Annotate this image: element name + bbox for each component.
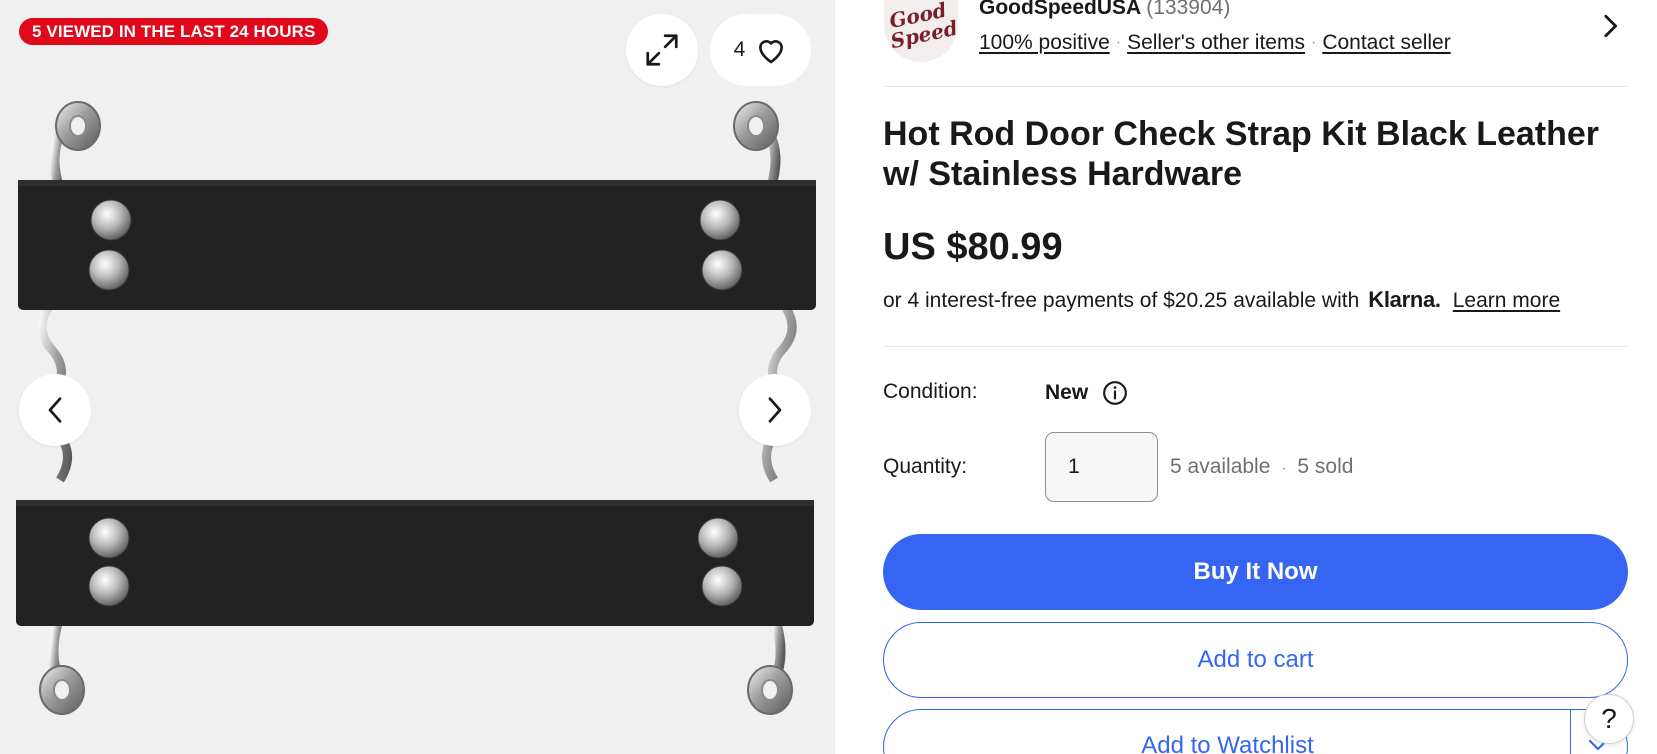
klarna-logo: Klarna. bbox=[1368, 287, 1441, 312]
add-to-watchlist-label: Add to Watchlist bbox=[1141, 732, 1314, 754]
divider bbox=[883, 346, 1628, 347]
sold-count: 5 sold bbox=[1297, 455, 1354, 478]
seller-feedback-count: (133904) bbox=[1146, 0, 1231, 19]
contact-seller-link[interactable]: Contact seller bbox=[1322, 31, 1450, 55]
add-to-watchlist-button[interactable]: Add to Watchlist bbox=[883, 709, 1628, 754]
item-title: Hot Rod Door Check Strap Kit Black Leath… bbox=[883, 115, 1600, 193]
positive-feedback-link[interactable]: 100% positive bbox=[979, 31, 1110, 55]
next-image-button[interactable] bbox=[739, 374, 811, 446]
item-price: US $80.99 bbox=[883, 226, 1063, 268]
chevron-right-icon bbox=[768, 397, 782, 423]
watch-count: 4 bbox=[733, 38, 746, 61]
seller-other-items-link[interactable]: Seller's other items bbox=[1127, 31, 1305, 55]
product-image bbox=[16, 101, 816, 715]
quantity-input[interactable] bbox=[1045, 432, 1158, 502]
help-button[interactable]: ? bbox=[1584, 694, 1634, 744]
quantity-availability: 5 available · 5 sold bbox=[1170, 455, 1354, 478]
klarna-financing: or 4 interest-free payments of $20.25 av… bbox=[883, 287, 1560, 313]
learn-more-link[interactable]: Learn more bbox=[1453, 289, 1560, 313]
expand-icon bbox=[646, 34, 678, 66]
divider bbox=[883, 86, 1628, 87]
expand-button[interactable] bbox=[626, 14, 698, 86]
chevron-right-icon[interactable] bbox=[1601, 12, 1619, 40]
seller-name[interactable]: GoodSpeedUSA (133904) bbox=[979, 0, 1230, 20]
heart-icon bbox=[759, 40, 784, 64]
listing-page: 5 VIEWED IN THE LAST 24 HOURS 4 Good Spe… bbox=[0, 0, 1657, 754]
buy-it-now-button[interactable]: Buy It Now bbox=[883, 534, 1628, 610]
condition-value: New bbox=[1045, 380, 1128, 406]
info-icon[interactable] bbox=[1102, 380, 1128, 406]
viewed-badge: 5 VIEWED IN THE LAST 24 HOURS bbox=[19, 18, 329, 45]
previous-image-button[interactable] bbox=[19, 374, 91, 446]
add-to-cart-button[interactable]: Add to cart bbox=[883, 622, 1628, 698]
quantity-label: Quantity: bbox=[883, 455, 968, 478]
divider bbox=[1570, 710, 1571, 754]
separator-dot: · bbox=[1310, 34, 1317, 51]
klarna-text: or 4 interest-free payments of $20.25 av… bbox=[883, 289, 1360, 312]
seller-logo[interactable]: Good Speed bbox=[884, 0, 958, 62]
separator-dot: · bbox=[1115, 34, 1122, 51]
condition-label: Condition: bbox=[883, 380, 978, 403]
seller-card[interactable]: Good Speed GoodSpeedUSA (133904) 100% po… bbox=[883, 0, 1629, 86]
watch-button[interactable]: 4 bbox=[710, 14, 811, 86]
seller-links: 100% positive · Seller's other items · C… bbox=[979, 31, 1451, 55]
listing-details: Good Speed GoodSpeedUSA (133904) 100% po… bbox=[883, 0, 1629, 754]
image-gallery[interactable]: 5 VIEWED IN THE LAST 24 HOURS 4 bbox=[0, 0, 835, 754]
chevron-left-icon bbox=[48, 397, 62, 423]
available-count: 5 available bbox=[1170, 455, 1271, 478]
